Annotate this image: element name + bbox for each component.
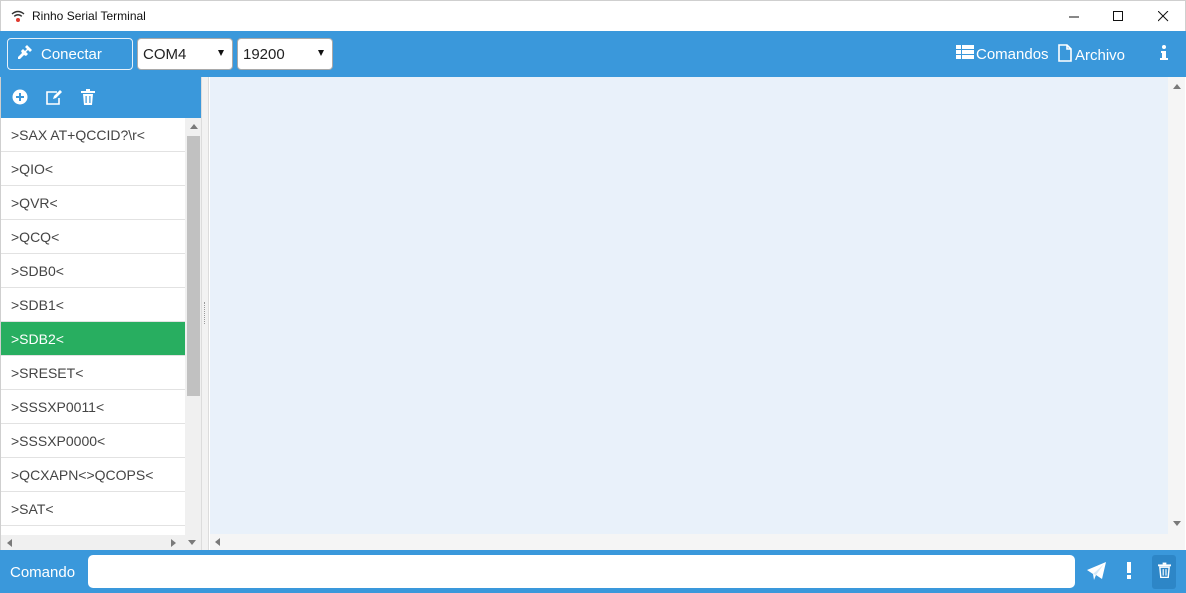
scrollbar-thumb[interactable] [187,136,200,396]
connect-button[interactable]: Conectar [7,38,133,70]
window-title: Rinho Serial Terminal [32,9,146,23]
commands-actions-bar [1,77,202,118]
clear-terminal-button[interactable] [1152,555,1176,589]
command-list-vertical-scrollbar[interactable] [185,118,202,543]
maximize-button[interactable] [1095,1,1141,31]
list-item[interactable]: >QVR< [1,186,185,220]
list-item[interactable]: >QIO< [1,152,185,186]
port-value: COM4 [143,45,187,63]
terminal-vertical-scrollbar[interactable] [1168,77,1185,534]
wifi-signal-icon [11,9,25,23]
paper-plane-icon[interactable] [1087,562,1106,585]
list-item[interactable]: >SAX AT+QCCID?\r< [1,118,185,152]
list-item[interactable]: >SDB2< [1,322,185,356]
info-button[interactable] [1159,44,1169,66]
trash-icon[interactable] [81,89,95,110]
baud-rate-select[interactable]: 19200 [237,38,333,70]
connect-label: Conectar [41,45,102,63]
command-bar: Comando [0,550,1186,593]
scroll-up-icon[interactable] [190,124,198,129]
scroll-down-icon[interactable] [1173,521,1181,526]
plus-circle-icon[interactable] [12,89,28,110]
command-input[interactable] [88,555,1075,588]
splitter-grip-icon [204,302,206,324]
edit-icon[interactable] [45,89,63,110]
scroll-down-icon[interactable] [188,540,196,545]
list-item[interactable]: >SSSXP0011< [1,390,185,424]
command-label: Comando [10,564,76,581]
close-icon [1157,10,1168,21]
list-item[interactable]: >QCXAPN<>QCOPS< [1,458,185,492]
command-list: >SAX AT+QCCID?\r< >QIO< >QVR< >QCQ< >SDB… [1,118,185,535]
maximize-icon [1112,10,1123,21]
minimize-button[interactable] [1051,1,1097,31]
file-icon [1057,44,1073,66]
dropdown-arrow-icon [218,50,224,56]
scroll-left-icon[interactable] [215,538,220,546]
terminal-horizontal-scrollbar[interactable] [210,534,1185,550]
exclamation-icon[interactable] [1126,562,1132,585]
plug-icon [16,43,34,65]
archivo-label: Archivo [1075,46,1126,64]
table-icon [956,44,974,64]
list-item[interactable]: >SDB1< [1,288,185,322]
command-list-horizontal-scrollbar[interactable] [1,535,202,550]
list-item[interactable]: >QCQ< [1,220,185,254]
list-item[interactable]: >SDB0< [1,254,185,288]
scroll-left-icon[interactable] [7,539,12,547]
terminal-output[interactable] [210,77,1177,534]
list-item[interactable]: >SAT< [1,492,185,526]
scroll-right-icon[interactable] [171,539,176,547]
archivo-button[interactable]: Archivo [1057,44,1125,66]
list-item[interactable]: >SRESET< [1,356,185,390]
commands-panel: >SAX AT+QCCID?\r< >QIO< >QVR< >QCQ< >SDB… [0,77,202,550]
title-bar: Rinho Serial Terminal [0,0,1186,31]
baud-value: 19200 [243,45,285,63]
list-item[interactable]: >SSSXP0000< [1,424,185,458]
minimize-icon [1068,16,1079,17]
close-button[interactable] [1140,1,1186,31]
toolbar: Conectar COM4 19200 Comandos Archivo [0,31,1186,77]
port-select[interactable]: COM4 [137,38,233,70]
panel-splitter[interactable] [201,77,209,550]
comandos-label: Comandos [976,45,1049,63]
dropdown-arrow-icon [318,50,324,56]
comandos-button[interactable]: Comandos [956,44,1049,64]
scroll-up-icon[interactable] [1173,84,1181,89]
trash-icon [1157,562,1171,583]
info-icon [1159,44,1169,66]
